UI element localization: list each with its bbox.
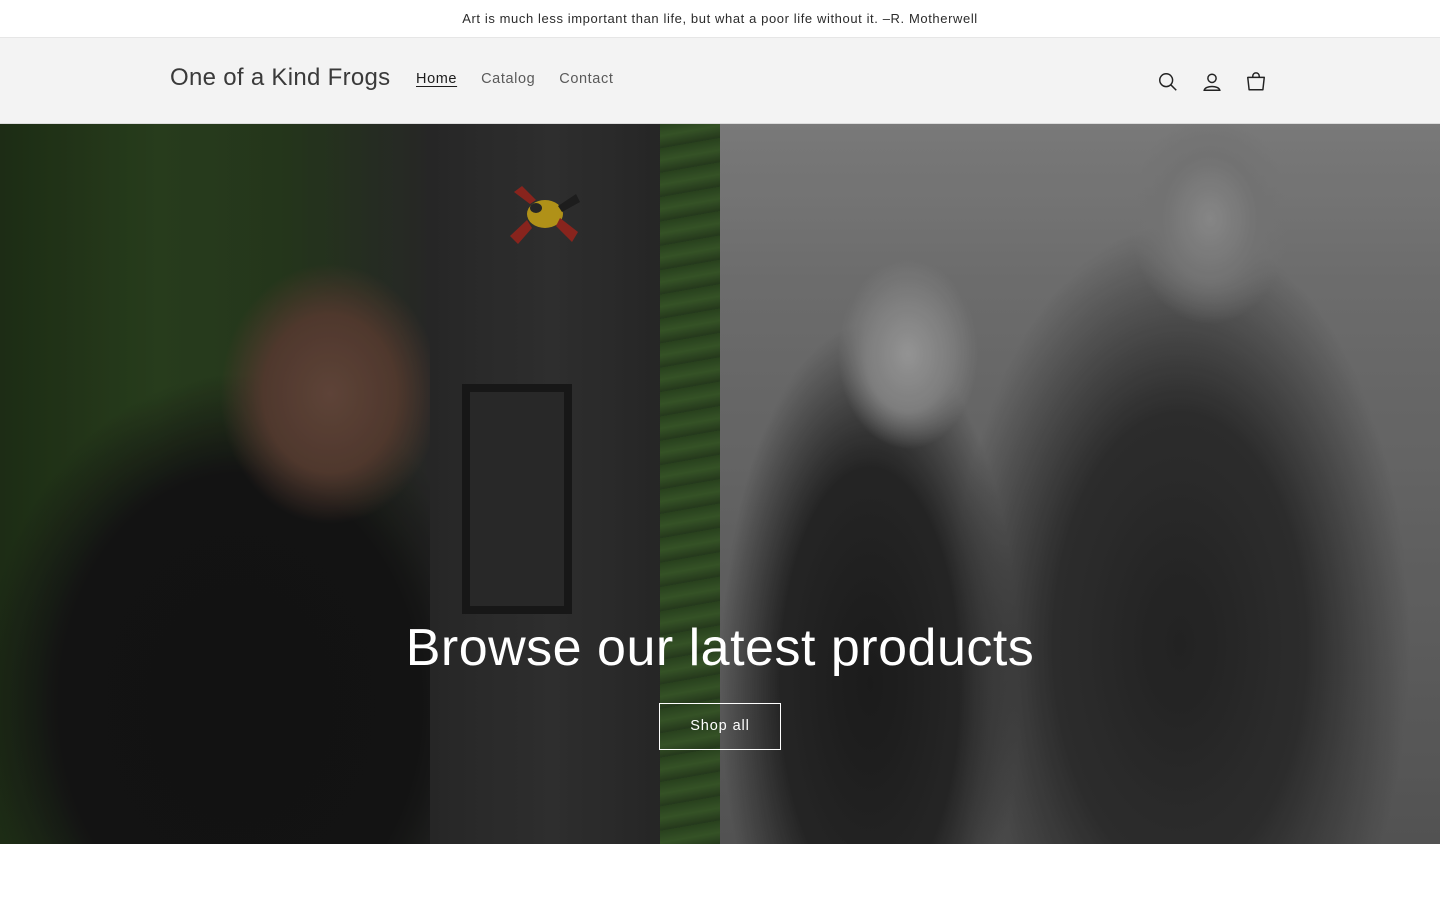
shop-all-button[interactable]: Shop all [659, 702, 781, 750]
search-icon [1159, 73, 1177, 91]
account-button[interactable] [1190, 60, 1234, 104]
account-icon [1203, 73, 1221, 91]
site-header: One of a Kind Frogs Home Catalog Contact [0, 38, 1440, 124]
hero-banner: Browse our latest products Shop all [0, 124, 1440, 844]
search-button[interactable] [1146, 60, 1190, 104]
hero-heading: Browse our latest products [405, 619, 1035, 677]
cart-icon [1247, 72, 1265, 91]
nav-link-home[interactable]: Home [404, 69, 469, 89]
main-nav: Home Catalog Contact [404, 69, 625, 89]
announcement-bar: Art is much less important than life, bu… [0, 0, 1440, 38]
header-icons [1146, 60, 1278, 104]
announcement-text: Art is much less important than life, bu… [462, 11, 978, 26]
hero-content: Browse our latest products Shop all [0, 619, 1440, 750]
nav-link-contact[interactable]: Contact [547, 69, 625, 89]
cart-button[interactable] [1234, 60, 1278, 104]
nav-link-catalog[interactable]: Catalog [469, 69, 547, 89]
store-logo[interactable]: One of a Kind Frogs [170, 64, 390, 92]
